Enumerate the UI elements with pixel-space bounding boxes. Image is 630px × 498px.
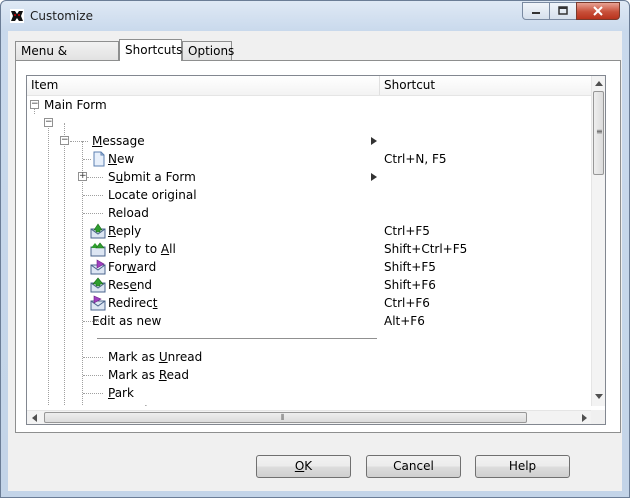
ok-button[interactable]: OK [256, 455, 351, 478]
shortcuts-tree[interactable]: Item Shortcut − Main Form − Main Menu − … [26, 75, 606, 425]
tree-row-label: Park [108, 386, 134, 400]
grip-icon: ⦀ [281, 413, 285, 422]
tree-row-label: Reply to All [108, 242, 176, 256]
tree-guide [83, 393, 103, 394]
tree-guide [83, 195, 103, 196]
tree-row-label: Reply [108, 224, 142, 238]
tree-row-label: Edit as new [92, 314, 162, 328]
title-bar[interactable]: Customize [1, 1, 629, 31]
tree-row[interactable]: Reply to All Shift+Ctrl+F5 [27, 240, 593, 258]
menu-separator [97, 338, 377, 339]
tree-row[interactable]: + Submit a Form [27, 168, 593, 186]
grip-icon: ≡ [596, 127, 603, 136]
tree-guide [83, 159, 91, 160]
vertical-scrollbar[interactable]: ≡ [591, 76, 605, 406]
tree-row-label: Submit a Form [108, 170, 196, 184]
tab-menu-toolbars[interactable]: Menu & Toolbars [15, 41, 119, 77]
close-icon [593, 6, 603, 16]
tree-header: Item Shortcut [27, 76, 593, 96]
reply-all-icon [90, 242, 106, 257]
scroll-left-icon[interactable] [32, 414, 37, 422]
tree-row-shortcut: Shift+F5 [384, 260, 436, 274]
tree-guide [83, 375, 103, 376]
tree-guide [87, 177, 103, 178]
tree-row[interactable]: Redirect Ctrl+F6 [27, 294, 593, 312]
tree-row[interactable]: Locate original [27, 186, 593, 204]
tree-row[interactable]: Reload [27, 204, 593, 222]
tree-row-label: Main Menu [61, 116, 127, 130]
tree-row[interactable]: − Main Form [27, 96, 593, 114]
tree-row-selected[interactable]: − Main Menu [27, 114, 593, 132]
help-button[interactable]: Help [475, 455, 570, 478]
tree-row-shortcut: Alt+F6 [384, 314, 425, 328]
minimize-button[interactable] [522, 2, 550, 20]
tree-row[interactable]: Forward Shift+F5 [27, 258, 593, 276]
app-icon [10, 9, 24, 23]
maximize-button[interactable] [549, 2, 577, 20]
forward-icon [90, 259, 106, 275]
tab-options[interactable]: Options [182, 41, 234, 60]
tree-row[interactable]: Park [27, 384, 593, 402]
horizontal-scrollbar[interactable]: ⦀ [27, 410, 593, 424]
tree-row[interactable]: Reply Ctrl+F5 [27, 222, 593, 240]
scroll-down-icon[interactable] [595, 394, 603, 399]
cancel-button[interactable]: Cancel [366, 455, 461, 478]
tree-row[interactable]: − Message [27, 132, 593, 150]
scroll-right-icon[interactable] [582, 414, 587, 422]
expand-icon[interactable]: + [78, 172, 87, 181]
tree-row-label: Redirect [108, 296, 158, 310]
reply-icon [90, 223, 106, 239]
vertical-scroll-thumb[interactable]: ≡ [593, 91, 604, 175]
collapse-icon[interactable]: − [60, 136, 69, 145]
tree-row[interactable]: Unpark [27, 402, 593, 406]
dialog-body: Menu & Toolbars Shortcuts Options Item S… [8, 31, 622, 491]
collapse-icon[interactable]: − [30, 100, 39, 109]
tree-rows: − Main Form − Main Menu − Message New Ct… [27, 96, 593, 406]
collapse-icon[interactable]: − [44, 118, 53, 127]
maximize-icon [558, 6, 568, 15]
tree-row-label: Message [92, 134, 145, 148]
close-button[interactable] [576, 2, 620, 20]
tree-row-separator[interactable] [27, 330, 593, 348]
tree-row[interactable]: Mark as Unread [27, 348, 593, 366]
tree-row-label: Resend [108, 278, 153, 292]
redirect-icon [90, 295, 106, 311]
tree-row[interactable]: Edit as new Alt+F6 [27, 312, 593, 330]
tree-row-label: Main Form [44, 98, 107, 112]
scroll-up-icon[interactable] [595, 81, 603, 86]
tree-row-shortcut: Ctrl+F6 [384, 296, 430, 310]
tree-row-shortcut: Ctrl+F5 [384, 224, 430, 238]
tab-shortcuts[interactable]: Shortcuts [119, 39, 182, 61]
tree-row-label: Locate original [108, 188, 197, 202]
shortcuts-panel: Item Shortcut − Main Form − Main Menu − … [15, 60, 621, 433]
tree-row-shortcut: Shift+F6 [384, 278, 436, 292]
window-title: Customize [30, 9, 93, 23]
horizontal-scroll-thumb[interactable]: ⦀ [44, 412, 527, 423]
column-header-shortcut[interactable]: Shortcut [380, 76, 593, 95]
tree-guide [83, 357, 103, 358]
scrollbar-corner [591, 410, 605, 424]
tree-guide [83, 213, 103, 214]
submenu-arrow-icon [371, 137, 377, 145]
tree-row-label: Unpark [108, 402, 151, 406]
tree-row-label: Mark as Read [108, 368, 189, 382]
tree-row-label: Mark as Unread [108, 350, 203, 364]
column-header-item[interactable]: Item [27, 76, 379, 95]
tree-row[interactable]: Mark as Read [27, 366, 593, 384]
tree-row-label: New [108, 152, 135, 166]
tree-row[interactable]: New Ctrl+N, F5 [27, 150, 593, 168]
submenu-arrow-icon [371, 173, 377, 181]
customize-dialog: Customize Menu & Toolbars Shortcuts Opti… [0, 0, 630, 498]
tree-row[interactable]: Resend Shift+F6 [27, 276, 593, 294]
tree-row-label: Reload [108, 206, 149, 220]
resend-icon [90, 277, 106, 293]
tree-row-label: Forward [108, 260, 157, 274]
new-document-icon [93, 151, 105, 167]
minimize-icon [532, 12, 540, 14]
tree-row-shortcut: Shift+Ctrl+F5 [384, 242, 468, 256]
tree-row-shortcut: Ctrl+N, F5 [384, 152, 447, 166]
tree-guide [70, 141, 88, 142]
